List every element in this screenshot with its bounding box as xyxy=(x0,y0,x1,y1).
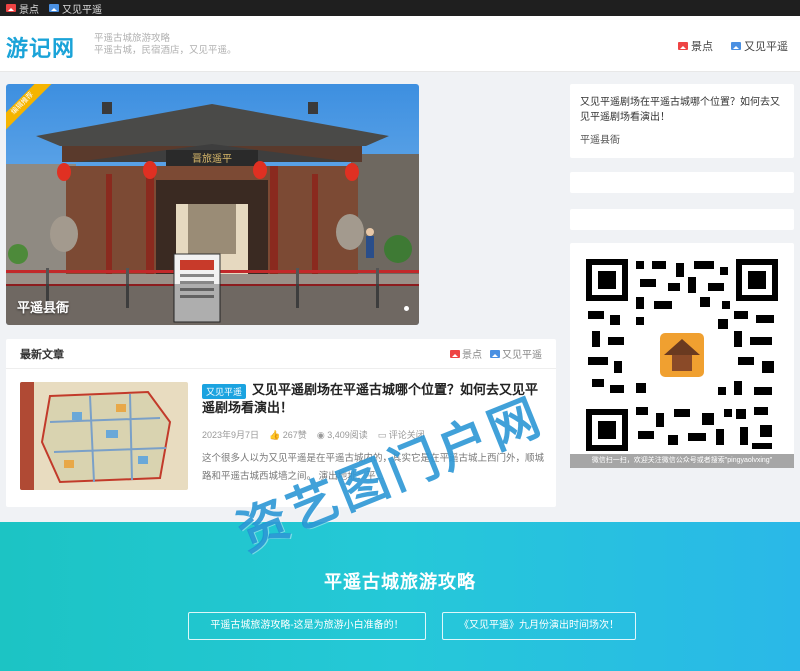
site-logo[interactable]: 游记网 xyxy=(6,31,75,63)
panel-title: 最新文章 xyxy=(20,348,64,361)
sidebar-link-question[interactable]: 又见平遥剧场在平遥古城哪个位置？如何去又见平遥剧场看演出！ xyxy=(580,95,784,125)
panel-links: 景点 又见平遥 xyxy=(450,346,542,361)
panel-link-label: 又见平遥 xyxy=(502,350,542,361)
hero-caption[interactable]: 平遥县衙 xyxy=(17,297,69,316)
sidebar-empty-widget-1 xyxy=(570,172,794,193)
nav-item-label: 景点 xyxy=(691,41,713,53)
image-icon xyxy=(450,349,460,358)
post-title[interactable]: 又见平遥剧场在平遥古城哪个位置？如何去又见平遥剧场看演出！ xyxy=(202,381,547,417)
carousel-dot[interactable] xyxy=(404,306,409,311)
post-category-tag[interactable]: 又见平遥 xyxy=(202,384,247,399)
eye-icon: ◉ xyxy=(316,430,325,440)
footer-banner xyxy=(0,522,800,671)
topbar-link-scenic[interactable]: 景点 xyxy=(6,1,39,16)
hero-photo: 晋旅遥平 xyxy=(6,84,419,325)
site-tagline: 平遥古城旅游攻略 平遥古城，民宿酒店，又见平遥。 xyxy=(94,33,237,57)
footer-button-schedule[interactable]: 《又见平遥》九月份演出时间场次！ xyxy=(442,612,636,640)
post-comments: ▭ 评论关闭 xyxy=(378,428,425,441)
footer-title: 平遥古城旅游攻略 xyxy=(324,572,476,592)
post-likes: 👍 267赞 xyxy=(269,428,307,441)
sidebar-recent-widget: 又见平遥剧场在平遥古城哪个位置？如何去又见平遥剧场看演出！ 平遥县衙 xyxy=(570,84,794,158)
gate-sign: 晋旅遥平 xyxy=(192,152,232,165)
nav-item-show[interactable]: 又见平遥 xyxy=(731,38,788,54)
nav-item-scenic[interactable]: 景点 xyxy=(678,38,713,54)
panel-header: 最新文章 景点 又见平遥 xyxy=(6,339,556,369)
comment-icon: ▭ xyxy=(377,430,387,440)
topbar-link-label: 又见平遥 xyxy=(62,4,102,16)
footer-button-guide[interactable]: 平遥古城旅游攻略-这是为旅游小白准备的！ xyxy=(188,612,426,640)
post-excerpt: 这个很多人以为又见平遥是在平遥古城内的，其实它是在平遥古城上西门外，顺城路和平遥… xyxy=(202,453,545,482)
panel-link-label: 景点 xyxy=(462,350,482,361)
panel-link-show[interactable]: 又见平遥 xyxy=(490,346,542,361)
post-views-count: 3,409阅读 xyxy=(327,430,368,440)
tagline-line-1: 平遥古城旅游攻略 xyxy=(94,33,171,44)
post-likes-count: 267赞 xyxy=(282,430,307,440)
latest-articles-panel: 最新文章 景点 又见平遥 又见平遥剧场在平遥古城哪个位置？如何去又见平遥剧场看演… xyxy=(6,339,556,507)
panel-link-scenic[interactable]: 景点 xyxy=(450,346,482,361)
thumbs-up-icon: 👍 xyxy=(269,430,281,440)
sidebar-link-answer[interactable]: 平遥县衙 xyxy=(580,131,784,146)
map-thumbnail xyxy=(20,382,188,490)
image-icon xyxy=(49,4,59,12)
image-icon xyxy=(6,4,16,12)
post-views: ◉ 3,409阅读 xyxy=(317,428,368,441)
site-header: 游记网 平遥古城旅游攻略 平遥古城，民宿酒店，又见平遥。 景点 又见平遥 xyxy=(0,16,800,72)
image-icon xyxy=(731,42,741,50)
top-bar: 景点 又见平遥 xyxy=(0,0,800,16)
topbar-link-label: 景点 xyxy=(19,4,39,16)
hero-slide[interactable]: 晋旅遥平 编辑推荐 平遥县衙 xyxy=(6,84,419,325)
image-icon xyxy=(678,42,688,50)
tagline-line-2: 平遥古城，民宿酒店，又见平遥。 xyxy=(94,45,237,56)
nav-item-label: 又见平遥 xyxy=(744,41,788,53)
post-date: 2023年9月7日 xyxy=(202,430,260,440)
post-comments-status: 评论关闭 xyxy=(388,430,425,440)
header-nav: 景点 又见平遥 xyxy=(678,38,788,54)
image-icon xyxy=(490,349,500,358)
post-meta: 2023年9月7日 👍 267赞 ◉ 3,409阅读 ▭ 评论关闭 xyxy=(202,428,425,441)
sidebar-qr-widget: 微信扫一扫，欢迎关注微信公众号或者搜索"pingyaolvxing" xyxy=(570,243,794,468)
wechat-qr-code xyxy=(584,257,780,453)
topbar-link-show[interactable]: 又见平遥 xyxy=(49,1,102,16)
sidebar-empty-widget-2 xyxy=(570,209,794,230)
qr-caption: 微信扫一扫，欢迎关注微信公众号或者搜索"pingyaolvxing" xyxy=(570,454,794,468)
post-thumbnail[interactable] xyxy=(20,382,188,490)
